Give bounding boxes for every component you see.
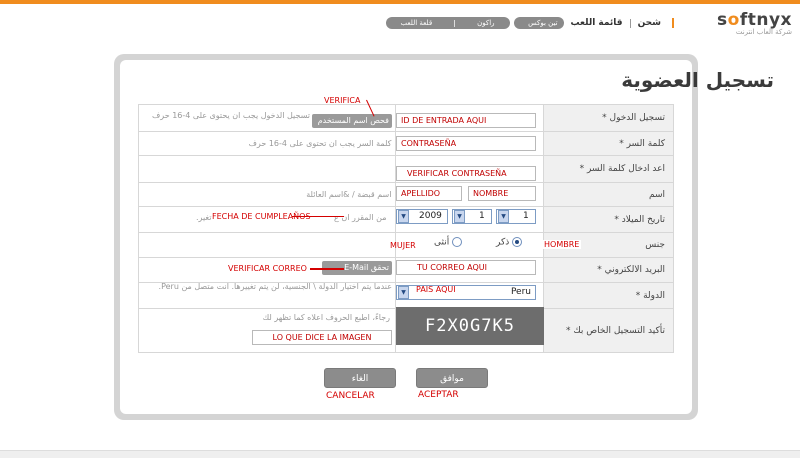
birth-day-select[interactable]: ▼ 1 bbox=[496, 209, 536, 224]
login-label: تسجيل الدخول * bbox=[543, 104, 674, 132]
gender-male-label: ذكر bbox=[496, 237, 510, 248]
email-annotation-line bbox=[310, 268, 344, 270]
login-check-annotation: VERIFICA bbox=[324, 96, 361, 105]
country-value: Peru bbox=[510, 287, 531, 297]
password-hint: كلمة السر يجب ان تحتوى على 4-16 حرف bbox=[137, 131, 397, 156]
login-id-input[interactable]: ID DE ENTRADA AQUI bbox=[396, 113, 536, 128]
footer-bar bbox=[0, 450, 800, 458]
password-confirm-hint-cell bbox=[137, 155, 397, 183]
password-input[interactable]: CONTRASEÑA bbox=[396, 136, 536, 151]
birthdate-hint-tail: تغير. bbox=[196, 213, 212, 222]
birth-month-value: 1 bbox=[479, 211, 485, 221]
login-hint: تسجيل الدخول يجب ان يحتوى على 4-16 حرف bbox=[151, 111, 310, 120]
ok-annotation: ACEPTAR bbox=[418, 390, 459, 400]
birthdate-hint: من المقرر ان ع bbox=[334, 213, 387, 222]
top-navigation: شحن قائمة اللعب تين بوكس راكون قلعة اللع… bbox=[385, 17, 674, 29]
nav-divider bbox=[629, 18, 631, 28]
nav-pill-teenbox[interactable]: تين بوكس bbox=[513, 17, 564, 29]
name-hint: اسم قبضة / &اسم العائلة bbox=[137, 182, 397, 207]
first-name-input[interactable]: NOMBRE bbox=[468, 186, 536, 201]
captcha-hint: رجاءً، اطبع الحروف اعلاه كما تظهر لك bbox=[262, 313, 390, 322]
email-annotation: VERIFICAR CORREO bbox=[228, 264, 307, 273]
brand-logo[interactable]: softnyx شركة العاب انترنت bbox=[717, 10, 792, 36]
nav-pill-item-racoon[interactable]: راكون bbox=[477, 17, 494, 29]
name-label: اسم bbox=[543, 182, 674, 207]
birth-month-select[interactable]: ▼ 1 bbox=[452, 209, 492, 224]
password-confirm-input[interactable]: VERIFICAR CONTRASEÑA bbox=[396, 166, 536, 181]
nav-accent bbox=[672, 18, 674, 28]
email-input[interactable]: TU CORREO AQUI bbox=[396, 260, 536, 275]
gender-male-annotation: HOMBRE bbox=[542, 240, 582, 249]
gender-male-option[interactable]: ذكر bbox=[496, 237, 523, 248]
gender-female-annotation: MUJER bbox=[390, 241, 416, 250]
birthdate-label: تاريخ الميلاد * bbox=[543, 206, 674, 233]
chevron-down-icon: ▼ bbox=[398, 286, 409, 299]
birthdate-annotation-line bbox=[292, 216, 344, 217]
ok-button[interactable]: موافق bbox=[416, 368, 488, 388]
brand-wordmark: softnyx bbox=[717, 10, 792, 30]
cancel-annotation: CANCELAR bbox=[326, 391, 375, 401]
gender-female-label: أنثى bbox=[434, 237, 450, 248]
page-title: تسجيل العضوية bbox=[621, 68, 774, 92]
country-annotation: PAIS AQUI bbox=[416, 285, 456, 294]
country-label: الدولة * bbox=[543, 282, 674, 309]
nav-link-charge[interactable]: شحن bbox=[635, 18, 664, 28]
captcha-label: تأكيد التسجيل الخاص بك * bbox=[543, 308, 674, 353]
gender-hint-cell bbox=[137, 232, 397, 258]
chevron-down-icon: ▼ bbox=[398, 210, 409, 223]
birth-day-value: 1 bbox=[523, 211, 529, 221]
captcha-image: F2X0G7K5 bbox=[396, 307, 544, 345]
nav-link-game-list[interactable]: قائمة اللعب bbox=[568, 18, 626, 28]
gender-female-option[interactable]: أنثى bbox=[434, 237, 463, 248]
radio-male[interactable] bbox=[512, 237, 523, 247]
nav-pill-item-castle[interactable]: قلعة اللعب bbox=[401, 17, 433, 29]
nav-pill-games[interactable]: راكون قلعة اللعب bbox=[385, 17, 510, 29]
country-hint: عندما يتم اختيار الدولة \ الجنسية، لن يت… bbox=[158, 282, 392, 291]
chevron-down-icon: ▼ bbox=[498, 210, 509, 223]
password-label: كلمة السر * bbox=[543, 131, 674, 156]
birth-year-select[interactable]: ▼ 2009 bbox=[396, 209, 448, 224]
chevron-down-icon: ▼ bbox=[454, 210, 465, 223]
birth-year-value: 2009 bbox=[419, 211, 442, 221]
radio-female[interactable] bbox=[452, 237, 463, 247]
last-name-input[interactable]: APELLIDO bbox=[396, 186, 462, 201]
password-confirm-label: اعد ادخال كلمة السر * bbox=[543, 155, 674, 183]
check-username-button[interactable]: فحص اسم المستخدم bbox=[312, 114, 392, 128]
email-label: البريد الالكتروني * bbox=[543, 257, 674, 283]
cancel-button[interactable]: الغاء bbox=[324, 368, 396, 388]
captcha-input[interactable]: LO QUE DICE LA IMAGEN bbox=[252, 330, 392, 345]
nav-pill-divider bbox=[454, 19, 456, 27]
nav-pill-label: تين بوكس bbox=[528, 19, 558, 27]
top-accent-bar bbox=[0, 0, 800, 4]
